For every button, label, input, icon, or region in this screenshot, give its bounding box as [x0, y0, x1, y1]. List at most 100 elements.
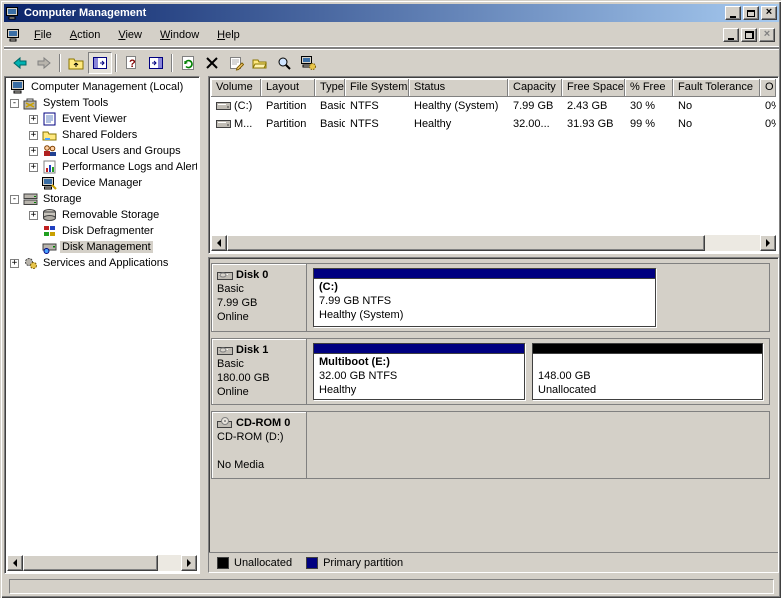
title-bar[interactable]: Computer Management × — [4, 4, 779, 22]
expand-icon[interactable]: + — [10, 259, 19, 268]
tree-label[interactable]: System Tools — [41, 97, 110, 109]
menu-view[interactable]: View — [109, 26, 151, 44]
find-button[interactable] — [272, 52, 296, 74]
unallocated-space[interactable]: 148.00 GB Unallocated — [532, 343, 763, 400]
disk-icon — [217, 270, 234, 281]
tree-label[interactable]: Performance Logs and Alerts — [60, 161, 197, 173]
tree-item-local-users-and-groups[interactable]: + Local Users and Groups — [7, 143, 197, 159]
show-hide-console-tree-button[interactable] — [88, 52, 112, 74]
cell-layout: Partition — [261, 118, 315, 130]
mdi-minimize-button[interactable] — [723, 28, 739, 42]
expand-icon[interactable]: + — [29, 147, 38, 156]
column-header-fault-tolerance[interactable]: Fault Tolerance — [673, 79, 760, 97]
partition-multiboot-e[interactable]: Multiboot (E:) 32.00 GB NTFS Healthy — [313, 343, 525, 400]
cdrom-0-label[interactable]: CD-ROM 0 CD-ROM (D:) No Media — [212, 412, 307, 478]
column-header-status[interactable]: Status — [409, 79, 508, 97]
tree-item-system-tools[interactable]: - System Tools — [7, 95, 197, 111]
scroll-left-button[interactable] — [7, 555, 23, 571]
column-header-volume[interactable]: Volume — [211, 79, 261, 97]
tree-label[interactable]: Local Users and Groups — [60, 145, 183, 157]
mdi-close-button[interactable]: × — [759, 28, 775, 42]
collapse-icon[interactable]: - — [10, 195, 19, 204]
tree-item-services-and-applications[interactable]: + Services and Applications — [7, 255, 197, 271]
scroll-track[interactable] — [23, 555, 181, 571]
tree-label[interactable]: Disk Defragmenter — [60, 225, 156, 237]
legend-label: Unallocated — [234, 557, 292, 569]
tree-item-performance-logs-and-alerts[interactable]: + Performance Logs and Alerts — [7, 159, 197, 175]
maximize-button[interactable] — [743, 6, 759, 20]
help-button[interactable]: ? — [120, 52, 144, 74]
show-hide-action-pane-button[interactable] — [144, 52, 168, 74]
open-folder-button[interactable] — [248, 52, 272, 74]
tree-label[interactable]: Event Viewer — [60, 113, 129, 125]
disk-0-label[interactable]: Disk 0 Basic 7.99 GB Online — [212, 264, 307, 331]
tree-label[interactable]: Computer Management (Local) — [29, 81, 185, 93]
mdi-child-icon[interactable] — [6, 28, 22, 42]
column-header-file-system[interactable]: File System — [345, 79, 409, 97]
expand-icon[interactable]: + — [29, 131, 38, 140]
disk-name: CD-ROM 0 — [236, 416, 290, 430]
partition-c[interactable]: (C:) 7.99 GB NTFS Healthy (System) — [313, 268, 656, 327]
menu-file[interactable]: File — [25, 26, 61, 44]
menu-help[interactable]: Help — [208, 26, 249, 44]
column-header-capacity[interactable]: Capacity — [508, 79, 562, 97]
expand-icon[interactable]: + — [29, 115, 38, 124]
properties-button[interactable] — [224, 52, 248, 74]
cell-fault-tolerance: No — [673, 100, 760, 112]
expand-icon[interactable]: + — [29, 211, 38, 220]
collapse-icon[interactable]: - — [10, 99, 19, 108]
back-button[interactable] — [8, 52, 32, 74]
tree-label[interactable]: Device Manager — [60, 177, 144, 189]
menu-action[interactable]: Action — [61, 26, 110, 44]
scroll-right-button[interactable] — [760, 235, 776, 251]
tree-label[interactable]: Removable Storage — [60, 209, 161, 221]
app-icon — [6, 7, 20, 20]
menu-window[interactable]: Window — [151, 26, 208, 44]
forward-button[interactable] — [32, 52, 56, 74]
volume-row-multiboot[interactable]: M... Partition Basic NTFS Healthy 32.00.… — [211, 115, 776, 133]
volume-list-horizontal-scrollbar[interactable] — [211, 235, 776, 251]
window-title: Computer Management — [24, 7, 725, 19]
cell-overhead: 0% — [760, 118, 776, 130]
disk-media-type: Basic — [217, 357, 304, 371]
scroll-thumb[interactable] — [23, 555, 158, 571]
column-header-pct-free[interactable]: % Free — [625, 79, 673, 97]
volume-name: (C:) — [234, 100, 252, 112]
delete-button[interactable] — [200, 52, 224, 74]
partition-status: Unallocated — [538, 383, 762, 397]
tree-item-device-manager[interactable]: Device Manager — [7, 175, 197, 191]
volume-row-c[interactable]: (C:) Partition Basic NTFS Healthy (Syste… — [211, 97, 776, 115]
device-manager-icon — [41, 176, 57, 190]
cell-file-system: NTFS — [345, 118, 409, 130]
up-one-level-button[interactable] — [64, 52, 88, 74]
close-button[interactable]: × — [761, 6, 777, 20]
tree-label[interactable]: Shared Folders — [60, 129, 139, 141]
column-header-type[interactable]: Type — [315, 79, 345, 97]
tree-item-storage[interactable]: - Storage — [7, 191, 197, 207]
tree-item-computer-management[interactable]: Computer Management (Local) — [7, 79, 197, 95]
column-header-layout[interactable]: Layout — [261, 79, 315, 97]
expand-icon[interactable]: + — [29, 163, 38, 172]
scroll-left-button[interactable] — [211, 235, 227, 251]
column-header-overhead[interactable]: O — [760, 79, 776, 97]
tree-item-shared-folders[interactable]: + Shared Folders — [7, 127, 197, 143]
column-header-free-space[interactable]: Free Space — [562, 79, 625, 97]
tree-horizontal-scrollbar[interactable] — [7, 555, 197, 571]
tree-item-event-viewer[interactable]: + Event Viewer — [7, 111, 197, 127]
scroll-right-button[interactable] — [181, 555, 197, 571]
mdi-restore-button[interactable] — [741, 28, 757, 42]
tree-label-selected[interactable]: Disk Management — [60, 241, 153, 253]
scroll-track[interactable] — [227, 235, 760, 251]
disk-1-label[interactable]: Disk 1 Basic 180.00 GB Online — [212, 339, 307, 404]
tree-label[interactable]: Storage — [41, 193, 84, 205]
minimize-button[interactable] — [725, 6, 741, 20]
tree-label[interactable]: Services and Applications — [41, 257, 170, 269]
cell-pct-free: 99 % — [625, 118, 673, 130]
tree-item-disk-management[interactable]: Disk Management — [7, 239, 197, 255]
refresh-button[interactable] — [176, 52, 200, 74]
volume-list-header: Volume Layout Type File System Status Ca… — [211, 79, 776, 97]
tree-item-removable-storage[interactable]: + Removable Storage — [7, 207, 197, 223]
manage-computer-button[interactable] — [296, 52, 320, 74]
tree-item-disk-defragmenter[interactable]: Disk Defragmenter — [7, 223, 197, 239]
scroll-thumb[interactable] — [227, 235, 705, 251]
